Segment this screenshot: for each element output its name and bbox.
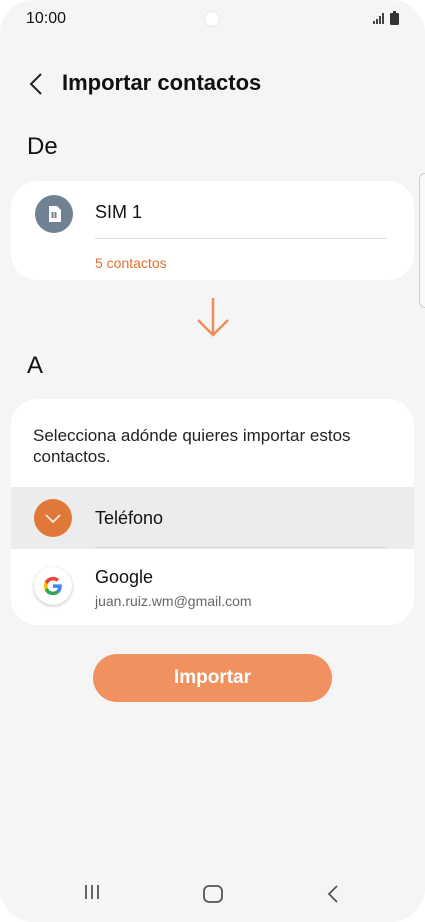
back-icon[interactable] (325, 884, 341, 904)
front-camera (205, 12, 219, 26)
arrow-down-icon (197, 298, 229, 337)
sim-name: SIM 1 (95, 202, 143, 222)
option-google[interactable]: Google juan.ruiz.wm@gmail.com (11, 549, 414, 625)
status-time: 10:00 (26, 10, 67, 27)
contact-count: 5 contactos (95, 255, 167, 271)
scrollbar[interactable] (419, 173, 425, 308)
destination-label: A (27, 352, 44, 379)
navigation-bar (0, 870, 425, 920)
google-avatar (34, 567, 72, 605)
check-avatar (34, 499, 72, 537)
status-bar: 10:00 (0, 0, 425, 38)
battery-icon (390, 11, 399, 25)
back-button[interactable] (20, 68, 52, 100)
import-button[interactable]: Importar (93, 654, 332, 702)
home-icon[interactable] (202, 884, 224, 904)
phone-screen: 10:00 Importar contactos De SIM 1 5 cont… (0, 0, 425, 922)
chevron-left-icon (29, 73, 42, 95)
divider (95, 238, 387, 239)
google-icon (43, 576, 62, 596)
signal-icon (373, 13, 384, 24)
divider (95, 547, 387, 548)
header: Importar contactos (0, 60, 425, 106)
option-phone[interactable]: Teléfono (11, 487, 414, 549)
option-label: Google (95, 567, 154, 587)
sim-avatar (35, 195, 73, 233)
check-icon (45, 514, 61, 524)
source-label: De (27, 133, 58, 160)
sim-source-card[interactable]: SIM 1 5 contactos (11, 181, 414, 280)
option-label: Teléfono (95, 508, 164, 528)
destination-prompt: Selecciona adónde quieres importar estos… (33, 426, 351, 466)
sim-card-icon (49, 206, 61, 222)
page-title: Importar contactos (62, 70, 262, 95)
destination-card: Selecciona adónde quieres importar estos… (11, 399, 414, 625)
recents-icon[interactable] (82, 882, 102, 902)
google-account: juan.ruiz.wm@gmail.com (95, 593, 252, 609)
